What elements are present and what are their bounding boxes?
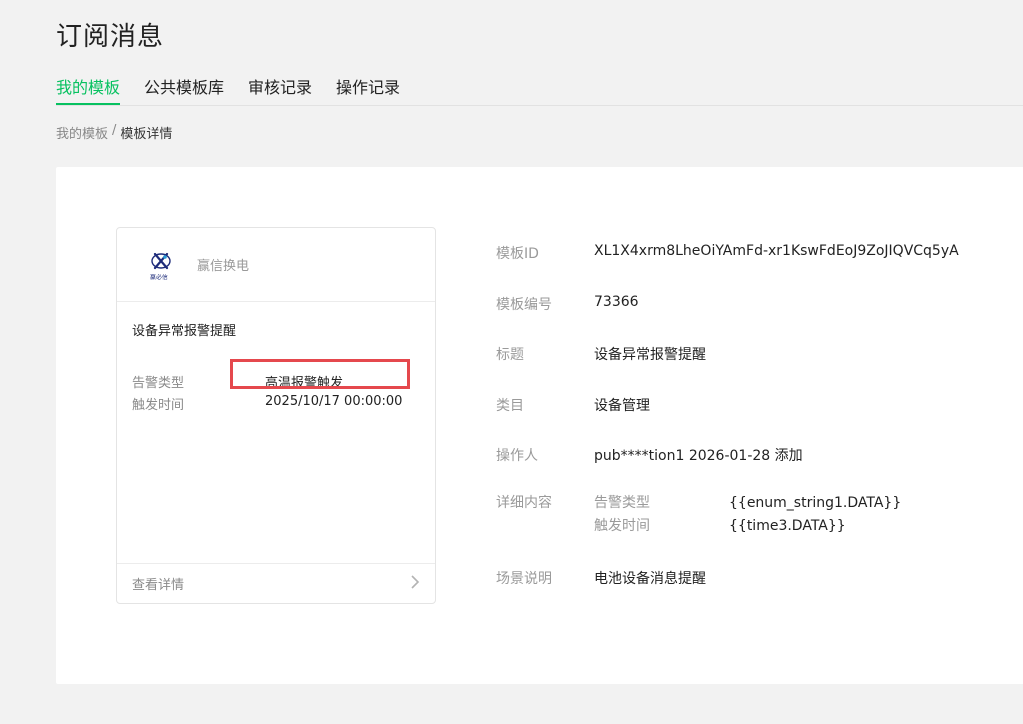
tab-operation-records[interactable]: 操作记录 — [336, 76, 400, 105]
detail-value: 设备异常报警提醒 — [594, 347, 706, 363]
detail-value: XL1X4xrm8LheOiYAmFd-xr1KswFdEoJ9ZoJIQVCq… — [594, 243, 959, 259]
content-row: 告警类型 {{enum_string1.DATA}} — [594, 492, 901, 515]
breadcrumb-current: 模板详情 — [120, 127, 173, 142]
logo-text: 赢必信 — [150, 273, 168, 281]
detail-label: 场景说明 — [496, 571, 552, 587]
detail-value: pub****tion1 2026-01-28 添加 — [594, 448, 803, 464]
content-value: {{enum_string1.DATA}} — [729, 495, 902, 511]
detail-value: 电池设备消息提醒 — [594, 571, 706, 587]
detail-label: 标题 — [496, 347, 524, 363]
highlight-box — [230, 359, 410, 389]
preview-field-trigger-time: 触发时间 2025/10/17 00:00:00 — [132, 394, 402, 413]
detail-title: 标题 设备异常报警提醒 — [496, 344, 706, 364]
breadcrumb-my-templates[interactable]: 我的模板 — [56, 123, 108, 142]
breadcrumb-separator: / — [112, 123, 117, 138]
message-preview-card: 赢必信 赢信换电 设备异常报警提醒 告警类型 高温报警触发 触发时间 2025/… — [116, 227, 436, 604]
chevron-right-icon — [410, 574, 420, 593]
detail-label: 详细内容 — [496, 495, 552, 511]
detail-label: 操作人 — [496, 448, 538, 464]
content-key: 告警类型 — [594, 495, 650, 511]
template-detail-card: 赢必信 赢信换电 设备异常报警提醒 告警类型 高温报警触发 触发时间 2025/… — [56, 167, 1023, 684]
content-value: {{time3.DATA}} — [729, 518, 846, 534]
detail-operator: 操作人 pub****tion1 2026-01-28 添加 — [496, 445, 803, 465]
detail-template-id: 模板ID XL1X4xrm8LheOiYAmFd-xr1KswFdEoJ9ZoJ… — [496, 243, 959, 263]
field-value: 2025/10/17 00:00:00 — [265, 394, 403, 409]
detail-category: 类目 设备管理 — [496, 395, 650, 415]
content-key: 触发时间 — [594, 518, 650, 534]
preview-header: 赢必信 赢信换电 — [117, 228, 435, 302]
field-key: 触发时间 — [132, 398, 185, 413]
detail-content-rows: 告警类型 {{enum_string1.DATA}} 触发时间 {{time3.… — [594, 492, 901, 538]
view-details-link[interactable]: 查看详情 — [117, 563, 435, 603]
preview-title: 设备异常报警提醒 — [132, 324, 237, 339]
detail-label: 模板ID — [496, 246, 539, 262]
detail-scene: 场景说明 电池设备消息提醒 — [496, 568, 706, 588]
tab-review-records[interactable]: 审核记录 — [248, 76, 312, 105]
detail-label: 模板编号 — [496, 297, 552, 313]
page-title: 订阅消息 — [56, 22, 165, 52]
tab-bar: 我的模板 公共模板库 审核记录 操作记录 — [56, 76, 1023, 106]
detail-value: 73366 — [594, 294, 639, 310]
tab-public-template-library[interactable]: 公共模板库 — [144, 76, 224, 105]
content-row: 触发时间 {{time3.DATA}} — [594, 515, 901, 538]
brand-name: 赢信换电 — [197, 259, 250, 274]
breadcrumb: 我的模板 / 模板详情 — [56, 123, 172, 142]
detail-label: 类目 — [496, 398, 524, 414]
view-details-label: 查看详情 — [132, 578, 185, 593]
company-logo-icon: 赢必信 — [147, 251, 175, 281]
tab-my-templates[interactable]: 我的模板 — [56, 76, 121, 105]
detail-value: 设备管理 — [594, 398, 650, 414]
detail-template-number: 模板编号 73366 — [496, 294, 639, 314]
detail-content: 详细内容 告警类型 {{enum_string1.DATA}} 触发时间 {{t… — [496, 492, 901, 538]
